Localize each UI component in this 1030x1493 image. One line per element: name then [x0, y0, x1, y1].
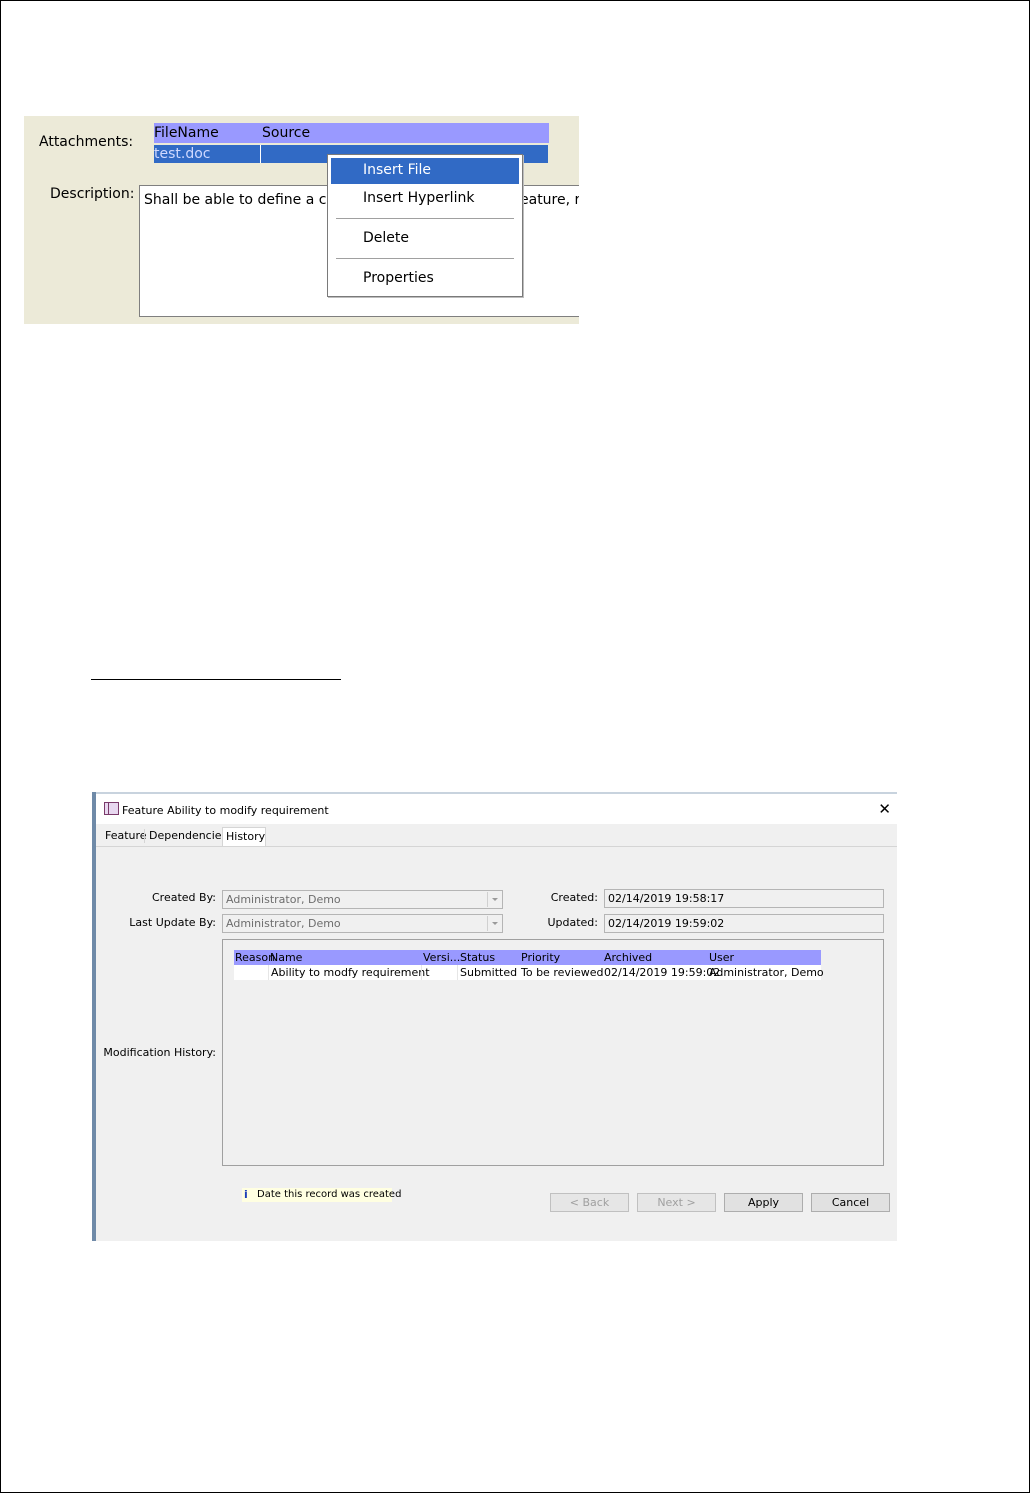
column-header-name[interactable]: Name: [270, 951, 302, 964]
column-header-archived[interactable]: Archived: [604, 951, 652, 964]
column-header-source[interactable]: Source: [262, 125, 310, 141]
cell-name: Ability to modfy requirement: [271, 966, 430, 979]
chevron-down-icon[interactable]: [487, 892, 501, 907]
description-text: Shall be able to define a cu: [144, 192, 336, 208]
menu-item-insert-file[interactable]: Insert File: [331, 158, 519, 184]
next-button[interactable]: Next >: [637, 1193, 716, 1212]
menu-separator: [336, 258, 514, 259]
close-icon[interactable]: ✕: [878, 800, 891, 818]
cell-priority: To be reviewed: [521, 966, 604, 979]
apply-button[interactable]: Apply: [724, 1193, 803, 1212]
cancel-button[interactable]: Cancel: [811, 1193, 890, 1212]
last-update-by-select[interactable]: Administrator, Demo: [222, 914, 503, 933]
title-bar[interactable]: Feature Ability to modify requirement ✕: [96, 794, 897, 824]
chevron-down-icon[interactable]: [487, 916, 501, 931]
created-field[interactable]: 02/14/2019 19:58:17: [604, 889, 884, 908]
updated-field[interactable]: 02/14/2019 19:59:02: [604, 914, 884, 933]
cell-archived: 02/14/2019 19:59:02: [604, 966, 721, 979]
menu-item-delete[interactable]: Delete: [331, 226, 519, 252]
cell-user: Administrator, Demo: [709, 966, 824, 979]
menu-item-insert-hyperlink[interactable]: Insert Hyperlink: [331, 186, 519, 212]
menu-item-properties[interactable]: Properties: [331, 266, 519, 292]
tab-history[interactable]: History: [222, 827, 266, 846]
column-header-priority[interactable]: Priority: [521, 951, 560, 964]
history-table-header: Reason Name Versi... Status Priority Arc…: [234, 950, 821, 965]
cell-divider: [457, 965, 458, 980]
cell-divider: [421, 965, 422, 980]
modification-history-label: Modification History:: [103, 1046, 216, 1059]
column-header-user[interactable]: User: [709, 951, 734, 964]
column-header-version[interactable]: Versi...: [423, 951, 460, 964]
context-menu: Insert File Insert Hyperlink Delete Prop…: [327, 154, 523, 297]
created-by-label: Created By:: [152, 891, 216, 904]
hint-text: Date this record was created: [257, 1189, 402, 1200]
book-icon: [104, 802, 119, 815]
cell-status: Submitted: [460, 966, 518, 979]
column-header-status[interactable]: Status: [460, 951, 495, 964]
back-button[interactable]: < Back: [550, 1193, 629, 1212]
filename-value: test.doc: [154, 146, 211, 162]
info-icon: i: [244, 1188, 248, 1201]
tab-dependencies[interactable]: Dependencies: [146, 827, 227, 845]
description-label: Description:: [50, 186, 135, 202]
window-border: [92, 792, 96, 1241]
tab-feature[interactable]: Feature: [102, 827, 147, 845]
column-header-filename[interactable]: FileName: [154, 125, 219, 141]
cell-divider: [268, 965, 269, 980]
last-update-by-label: Last Update By:: [129, 916, 216, 929]
attachments-table-header: FileName Source: [154, 123, 549, 143]
window-title: Feature Ability to modify requirement: [122, 804, 329, 817]
heading-underline: [91, 679, 341, 680]
attachments-screenshot: Attachments: Description: FileName Sourc…: [24, 116, 579, 324]
created-label: Created:: [550, 891, 598, 904]
updated-label: Updated:: [547, 916, 598, 929]
modification-history-list[interactable]: Reason Name Versi... Status Priority Arc…: [222, 939, 884, 1166]
feature-dialog: Feature Ability to modify requirement ✕ …: [92, 792, 897, 1241]
created-by-select[interactable]: Administrator, Demo: [222, 890, 503, 909]
menu-separator: [336, 218, 514, 219]
description-text-tail: eature, r: [520, 192, 579, 208]
table-row[interactable]: Ability to modfy requirement Submitted T…: [234, 965, 824, 980]
filename-cell[interactable]: test.doc: [154, 145, 261, 163]
attachments-label: Attachments:: [39, 134, 134, 150]
tab-bar: Feature Dependencies History: [96, 824, 897, 847]
tab-divider: [144, 829, 145, 843]
status-hint: i Date this record was created: [242, 1188, 401, 1202]
